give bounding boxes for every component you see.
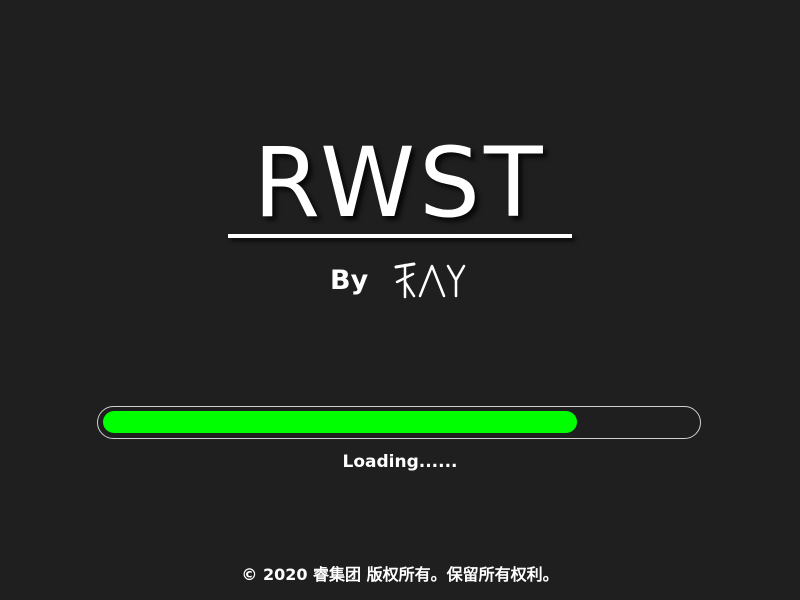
app-title: RWST (253, 127, 547, 239)
progress-bar (97, 406, 701, 439)
byline: By (330, 258, 468, 302)
by-label: By (330, 264, 369, 296)
splash-screen: RWST By Loading...... © 2020 睿集团 版权所有。保留… (0, 0, 800, 600)
progress-fill (103, 411, 577, 433)
loading-text: Loading...... (342, 452, 458, 472)
copyright-footer: © 2020 睿集团 版权所有。保留所有权利。 (241, 565, 559, 584)
ray-logo-icon (394, 262, 466, 299)
title-underline (228, 234, 572, 238)
